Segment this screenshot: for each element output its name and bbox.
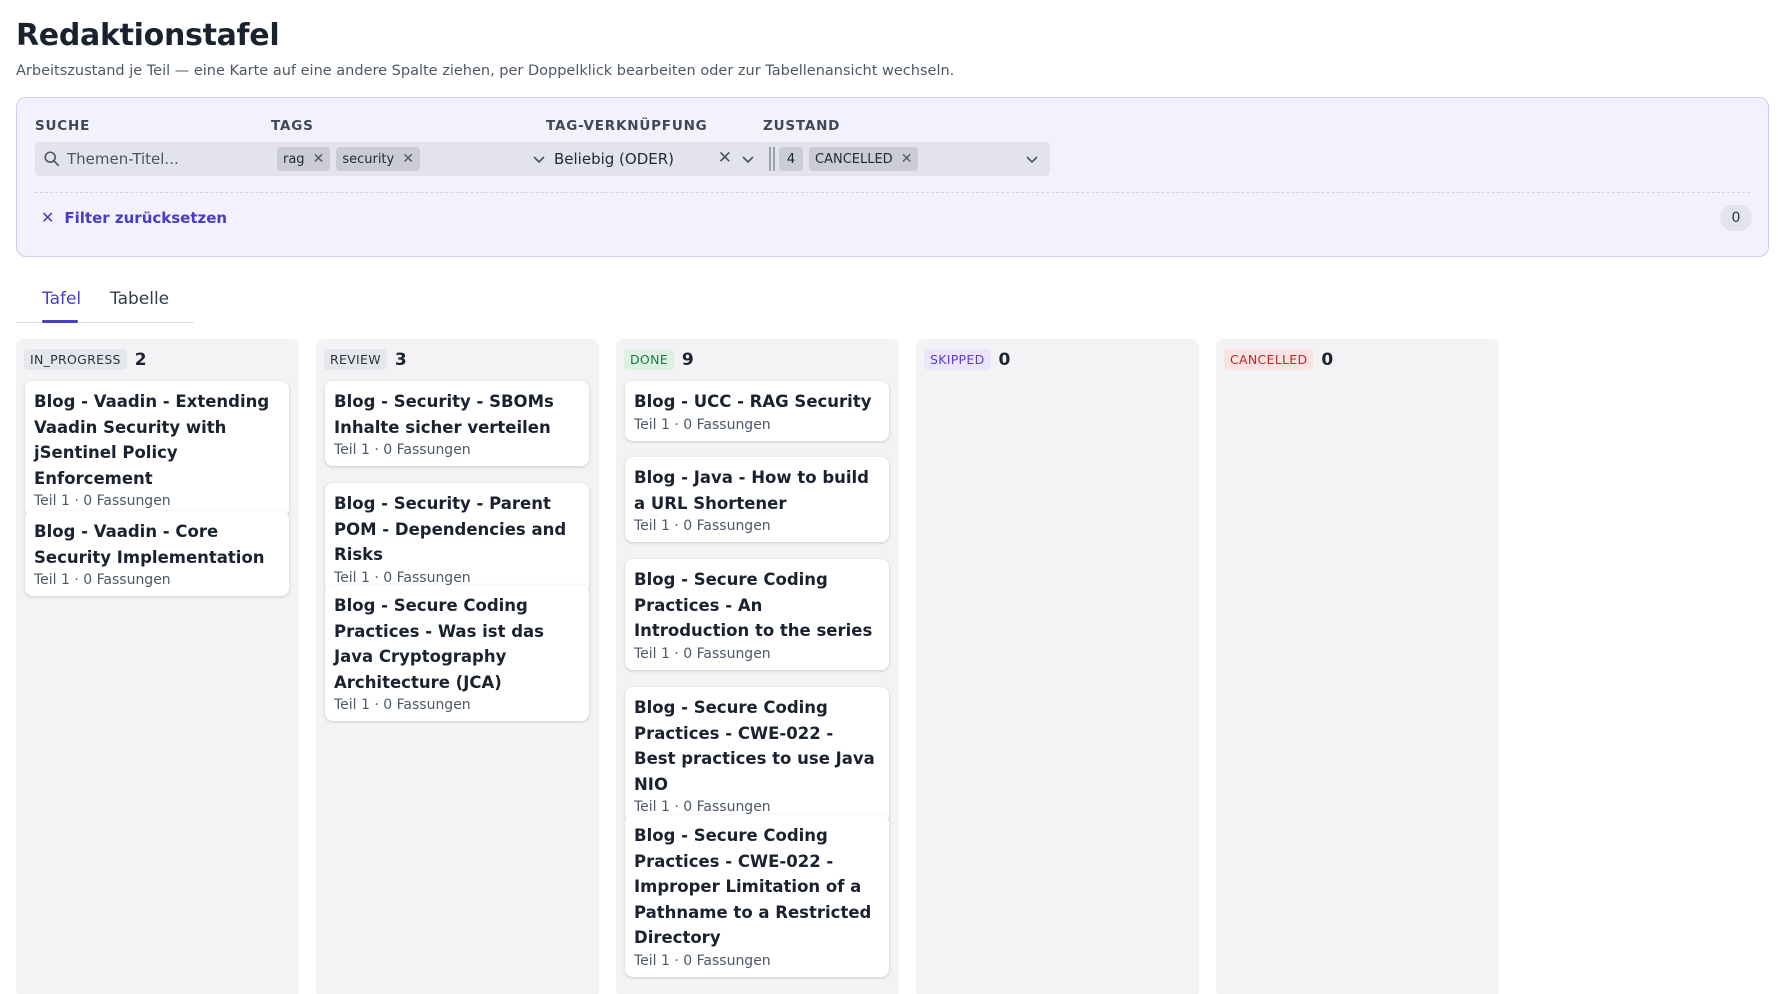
status-badge: SKIPPED — [924, 349, 991, 370]
card-title: Blog - Secure Coding Practices - Was ist… — [334, 596, 545, 692]
card-meta: Teil 1 · 0 Fassungen — [34, 493, 171, 509]
tag-chip: rag ✕ — [277, 147, 331, 171]
column-cancelled[interactable]: CANCELLED 0 — [1216, 339, 1499, 994]
filter-panel: SUCHE Themen-Titel... TAGS rag ✕ securit… — [16, 97, 1769, 257]
tags-select[interactable]: rag ✕ security ✕ — [271, 142, 557, 176]
card-meta: Teil 1 · 0 Fassungen — [334, 697, 471, 713]
chevron-down-icon[interactable] — [531, 151, 547, 167]
chevron-down-icon[interactable] — [1024, 151, 1040, 167]
column-count: 0 — [998, 349, 1011, 370]
state-select[interactable]: 4 CANCELLED ✕ — [763, 142, 1050, 176]
remove-state-icon[interactable]: ✕ — [901, 151, 913, 167]
tag-link-select[interactable]: Beliebig (ODER) ✕ — [546, 142, 766, 176]
card-title: Blog - Secure Coding Practices - CWE-022… — [634, 826, 872, 947]
tag-chip-label: security — [342, 151, 395, 167]
tags-filter: TAGS rag ✕ security ✕ — [271, 118, 557, 176]
topic-card[interactable]: Blog - Vaadin - Extending Vaadin Securit… — [25, 381, 289, 517]
view-tabs: Tafel Tabelle — [16, 283, 194, 323]
column-skipped[interactable]: SKIPPED 0 — [916, 339, 1199, 994]
status-badge: DONE — [624, 349, 674, 370]
state-label: ZUSTAND — [763, 118, 841, 134]
card-title: Blog - Vaadin - Extending Vaadin Securit… — [34, 392, 270, 488]
topic-card[interactable]: Blog - Secure Coding Practices - An Intr… — [625, 559, 889, 670]
card-meta: Teil 1 · 0 Fassungen — [634, 518, 771, 534]
card-title: Blog - Secure Coding Practices - CWE-022… — [634, 698, 875, 794]
page: Redaktionstafel Arbeitszustand je Teil —… — [0, 0, 1781, 994]
column-count: 2 — [134, 349, 147, 370]
card-title: Blog - Security - Parent POM - Dependenc… — [334, 494, 567, 564]
column-done[interactable]: DONE 9 Blog - UCC - RAG Security Teil 1 … — [616, 339, 899, 994]
tag-chip-label: rag — [283, 151, 305, 167]
column-count: 3 — [394, 349, 407, 370]
topic-card[interactable]: Blog - Secure Coding Practices - CWE-022… — [625, 815, 889, 977]
topic-card[interactable]: Blog - Secure Coding Practices - CWE-022… — [625, 687, 889, 823]
column-count: 9 — [681, 349, 694, 370]
grip-icon — [769, 147, 775, 171]
card-title: Blog - Secure Coding Practices - An Intr… — [634, 570, 873, 640]
active-tab-indicator — [42, 320, 78, 323]
topic-card[interactable]: Blog - UCC - RAG Security Teil 1 · 0 Fas… — [625, 381, 889, 441]
tag-link-label: TAG-VERKNÜPFUNG — [546, 118, 708, 134]
card-meta: Teil 1 · 0 Fassungen — [34, 572, 171, 588]
card-meta: Teil 1 · 0 Fassungen — [634, 416, 771, 433]
search-icon — [44, 151, 60, 167]
status-badge: REVIEW — [324, 349, 387, 370]
card-meta: Teil 1 · 0 Fassungen — [634, 799, 771, 815]
remove-tag-icon[interactable]: ✕ — [313, 151, 325, 167]
chevron-down-icon[interactable] — [740, 151, 756, 167]
tab-board[interactable]: Tafel — [42, 289, 81, 309]
status-badge: IN_PROGRESS — [24, 349, 127, 370]
card-title: Blog - Java - How to build a URL Shorten… — [634, 468, 869, 513]
card-meta: Teil 1 · 0 Fassungen — [334, 569, 471, 586]
column-in-progress[interactable]: IN_PROGRESS 2 Blog - Vaadin - Extending … — [16, 339, 299, 994]
search-placeholder: Themen-Titel... — [67, 150, 179, 168]
topic-card[interactable]: Blog - Security - Parent POM - Dependenc… — [325, 483, 589, 594]
reset-filters-button[interactable]: ✕ Filter zurücksetzen — [41, 208, 227, 227]
page-subtitle: Arbeitszustand je Teil — eine Karte auf … — [16, 63, 955, 79]
card-title: Blog - Security - SBOMs Inhalte sicher v… — [334, 392, 554, 437]
search-input[interactable]: Themen-Titel... — [35, 142, 278, 176]
topic-card[interactable]: Blog - Java - How to build a URL Shorten… — [625, 457, 889, 542]
status-badge: CANCELLED — [1224, 349, 1314, 370]
tag-chip: security ✕ — [336, 147, 420, 171]
close-icon: ✕ — [41, 208, 55, 227]
hidden-count-chip: 4 — [779, 147, 803, 171]
tab-table[interactable]: Tabelle — [110, 289, 169, 309]
card-meta: Teil 1 · 0 Fassungen — [634, 952, 771, 969]
card-title: Blog - UCC - RAG Security — [634, 392, 872, 411]
card-title: Blog - Vaadin - Core Security Implementa… — [34, 522, 265, 567]
topic-card[interactable]: Blog - Secure Coding Practices - Was ist… — [325, 585, 589, 721]
tag-link-filter: TAG-VERKNÜPFUNG Beliebig (ODER) ✕ — [546, 118, 766, 176]
tags-label: TAGS — [271, 118, 314, 134]
search-filter: SUCHE Themen-Titel... — [35, 118, 278, 176]
reset-filters-label: Filter zurücksetzen — [64, 208, 228, 227]
tag-link-value: Beliebig (ODER) — [554, 150, 675, 168]
search-label: SUCHE — [35, 118, 91, 134]
state-filter: ZUSTAND 4 CANCELLED ✕ — [763, 118, 1050, 176]
clear-icon[interactable]: ✕ — [718, 148, 732, 168]
state-chip: CANCELLED ✕ — [809, 147, 919, 171]
topic-card[interactable]: Blog - Security - SBOMs Inhalte sicher v… — [325, 381, 589, 466]
column-review[interactable]: REVIEW 3 Blog - Security - SBOMs Inhalte… — [316, 339, 599, 994]
topic-card[interactable]: Blog - Vaadin - Core Security Implementa… — [25, 511, 289, 596]
kanban-board: IN_PROGRESS 2 Blog - Vaadin - Extending … — [16, 339, 1765, 994]
card-meta: Teil 1 · 0 Fassungen — [334, 442, 471, 458]
state-chip-label: CANCELLED — [815, 151, 893, 167]
result-count-badge: 0 — [1720, 205, 1752, 231]
page-title: Redaktionstafel — [16, 18, 280, 53]
remove-tag-icon[interactable]: ✕ — [402, 151, 414, 167]
column-count: 0 — [1321, 349, 1334, 370]
card-meta: Teil 1 · 0 Fassungen — [634, 645, 771, 662]
filter-divider — [35, 192, 1750, 193]
